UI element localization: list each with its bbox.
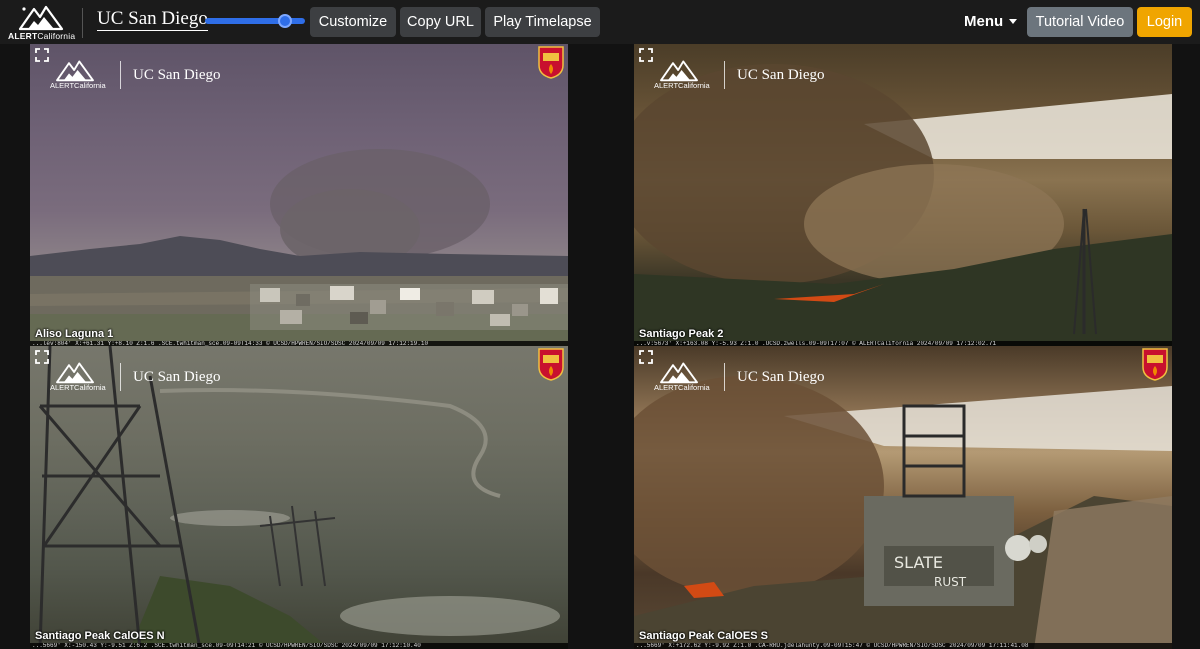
overlay-partner: UC San Diego bbox=[133, 66, 221, 83]
copy-url-button[interactable]: Copy URL bbox=[400, 7, 481, 37]
play-timelapse-button[interactable]: Play Timelapse bbox=[485, 7, 600, 37]
ucsd-logo[interactable]: UC San Diego bbox=[97, 8, 208, 31]
overlay-divider bbox=[724, 61, 725, 89]
camera-overlay-logos: ALERTCalifornia UC San Diego bbox=[48, 360, 221, 394]
camera-tile-santiago-peak-caloes-n[interactable]: ALERTCalifornia UC San Diego Santiago Pe… bbox=[30, 346, 568, 649]
overlay-partner: UC San Diego bbox=[133, 368, 221, 385]
camera-tile-aliso-laguna-1[interactable]: ALERTCalifornia UC San Diego Aliso Lagun… bbox=[30, 44, 568, 347]
overlay-partner: UC San Diego bbox=[737, 368, 825, 385]
overlay-partner: UC San Diego bbox=[737, 66, 825, 83]
expand-icon[interactable] bbox=[639, 48, 653, 62]
camera-overlay-logos: ALERTCalifornia UC San Diego bbox=[48, 58, 221, 92]
alertcalifornia-logo-icon bbox=[660, 60, 698, 82]
navbar-divider bbox=[82, 8, 83, 38]
overlay-divider bbox=[120, 61, 121, 89]
camera-overlay-logos: ALERTCalifornia UC San Diego bbox=[652, 58, 825, 92]
camera-timestamp: ...5669' X:-150.43 Y:-9.51 Z:6.2 .SCE.tw… bbox=[30, 643, 568, 649]
alertcalifornia-logo-icon bbox=[56, 60, 94, 82]
camera-name: Aliso Laguna 1 bbox=[35, 328, 114, 340]
camera-timestamp: ...5669' X:+172.62 Y:-9.92 Z:1.0 .CA-RRU… bbox=[634, 643, 1172, 649]
svg-text:RUST: RUST bbox=[934, 575, 967, 589]
camera-name: Santiago Peak 2 bbox=[639, 328, 724, 340]
camera-overlay-logos: ALERTCalifornia UC San Diego bbox=[652, 360, 825, 394]
privacy-pixelation bbox=[250, 284, 568, 330]
menu-dropdown[interactable]: Menu bbox=[964, 13, 1018, 30]
expand-icon[interactable] bbox=[35, 48, 49, 62]
login-button[interactable]: Login bbox=[1137, 7, 1192, 37]
alertcalifornia-logo-icon bbox=[660, 362, 698, 384]
tutorial-video-button[interactable]: Tutorial Video bbox=[1027, 7, 1133, 37]
camera-name: Santiago Peak CalOES S bbox=[639, 630, 768, 642]
calfire-badge-icon bbox=[538, 348, 564, 381]
expand-icon[interactable] bbox=[35, 350, 49, 364]
camera-tile-santiago-peak-caloes-s[interactable]: SLATE RUST ALERTCalifornia UC San Diego … bbox=[634, 346, 1172, 649]
overlay-divider bbox=[120, 363, 121, 391]
overlay-brand: ALERTCalifornia bbox=[654, 383, 710, 392]
alertcalifornia-logo[interactable]: ALERTCalifornia bbox=[8, 3, 75, 41]
customize-button[interactable]: Customize bbox=[310, 7, 396, 37]
overlay-divider bbox=[724, 363, 725, 391]
overlay-brand: ALERTCalifornia bbox=[654, 81, 710, 90]
slider-thumb[interactable] bbox=[278, 14, 293, 28]
overlay-brand: ALERTCalifornia bbox=[50, 383, 106, 392]
top-navbar: ALERTCalifornia UC San Diego Customize C… bbox=[0, 0, 1200, 44]
timelapse-slider[interactable] bbox=[205, 14, 305, 28]
menu-label: Menu bbox=[964, 13, 1004, 30]
expand-icon[interactable] bbox=[639, 350, 653, 364]
calfire-badge-icon bbox=[1142, 348, 1168, 381]
alertcalifornia-logo-icon bbox=[18, 5, 64, 31]
svg-text:SLATE: SLATE bbox=[894, 553, 943, 572]
calfire-badge-icon bbox=[538, 46, 564, 79]
chevron-down-icon bbox=[1009, 19, 1018, 24]
brand-name: ALERTCalifornia bbox=[8, 31, 76, 41]
overlay-brand: ALERTCalifornia bbox=[50, 81, 106, 90]
alertcalifornia-logo-icon bbox=[56, 362, 94, 384]
camera-name: Santiago Peak CalOES N bbox=[35, 630, 165, 642]
camera-tile-santiago-peak-2[interactable]: ALERTCalifornia UC San Diego Santiago Pe… bbox=[634, 44, 1172, 347]
